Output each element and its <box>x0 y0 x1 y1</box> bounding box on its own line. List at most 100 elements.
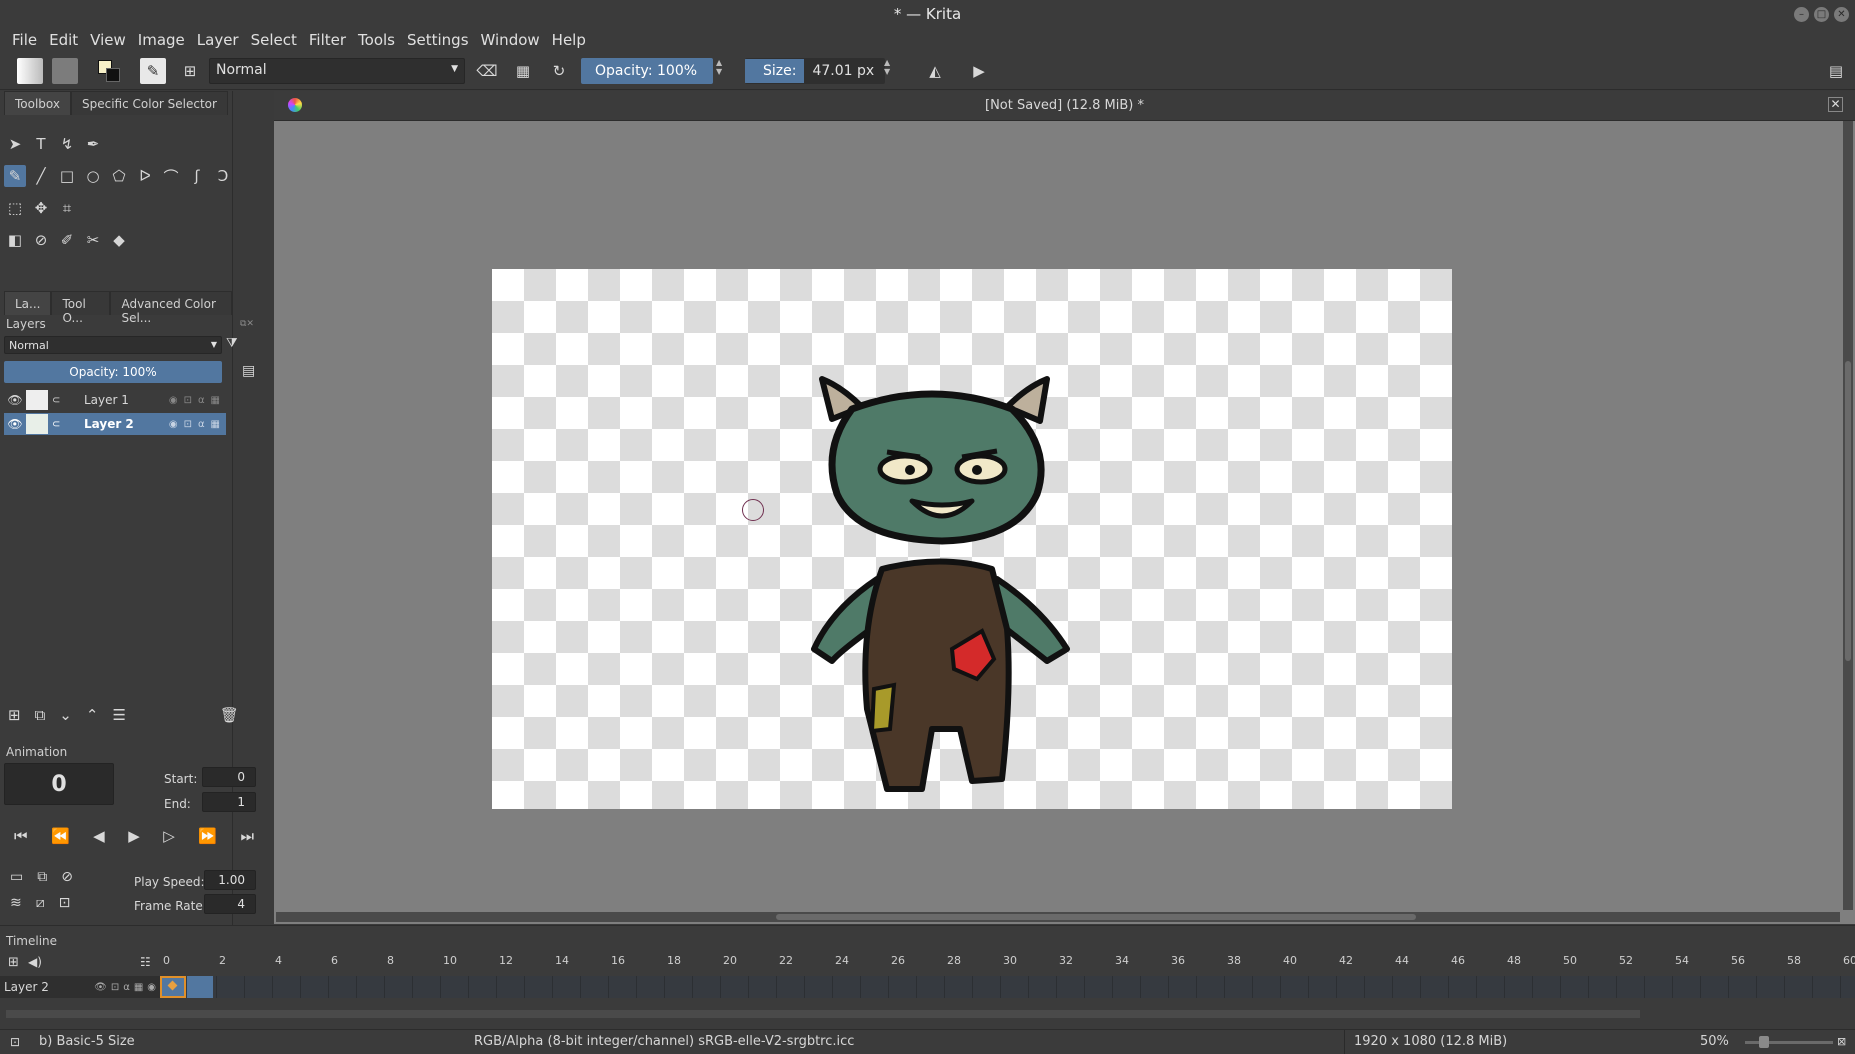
auto-frame-icon[interactable]: ⧄ <box>36 895 45 911</box>
eraser-icon[interactable]: ⌫ <box>474 58 500 84</box>
layer-opacity-slider[interactable]: Opacity: 100% <box>4 361 222 383</box>
add-layer-icon[interactable]: ⊞ <box>8 955 19 970</box>
layer-filter-icon[interactable]: ⧩ <box>226 336 266 354</box>
move-tool-icon[interactable]: ✥ <box>30 197 52 219</box>
close-window-button[interactable]: ✕ <box>1834 7 1849 22</box>
tab-advanced-color-selector[interactable]: Advanced Color Sel... <box>110 291 232 325</box>
opacity-slider[interactable]: Opacity: 100% <box>581 58 713 84</box>
tab-toolbox[interactable]: Toolbox <box>4 91 71 115</box>
layer-name[interactable]: Layer 2 <box>84 417 169 431</box>
menu-filter[interactable]: Filter <box>303 31 352 49</box>
reload-preset-icon[interactable]: ↻ <box>546 58 572 84</box>
horizontal-scrollbar-thumb[interactable] <box>776 914 1416 920</box>
current-frame-field[interactable]: 0 <box>4 763 114 805</box>
layer-row[interactable]: 👁 ⊂ Layer 2 ◉⊡α▦ <box>4 413 226 435</box>
mirror-horizontal-icon[interactable]: ◭ <box>922 58 948 84</box>
size-stepper[interactable]: ▲ ▼ <box>884 58 896 84</box>
background-color-swatch[interactable] <box>106 68 120 82</box>
polyline-tool-icon[interactable]: ᐅ <box>134 165 156 187</box>
layer-settings-icon[interactable]: ☰ <box>112 706 125 730</box>
layer-name[interactable]: Layer 1 <box>84 393 169 407</box>
menu-edit[interactable]: Edit <box>43 31 84 49</box>
visibility-eye-icon[interactable]: 👁 <box>4 417 26 431</box>
menu-settings[interactable]: Settings <box>401 31 475 49</box>
edit-shapes-tool-icon[interactable]: ↯ <box>56 133 78 155</box>
end-frame-field[interactable]: 1 <box>202 792 256 812</box>
duplicate-layer-icon[interactable]: ⧉ <box>35 706 46 730</box>
dynamic-brush-tool-icon[interactable]: Ↄ <box>212 165 234 187</box>
vertical-scrollbar[interactable] <box>1843 121 1853 910</box>
crop-tool-icon[interactable]: ⌗ <box>56 197 78 219</box>
menu-select[interactable]: Select <box>245 31 303 49</box>
color-picker-tool-icon[interactable]: ⊘ <box>30 229 52 251</box>
frame-icon[interactable]: ▭ <box>10 869 23 885</box>
fill-tool-icon[interactable]: ◆ <box>108 229 130 251</box>
color-swatch[interactable] <box>96 58 126 84</box>
minimize-button[interactable]: – <box>1794 7 1809 22</box>
blend-mode-select[interactable]: Normal ▼ <box>209 58 465 84</box>
rectangle-tool-icon[interactable]: □ <box>56 165 78 187</box>
next-keyframe-icon[interactable]: ⏩ <box>198 827 217 845</box>
layer-blend-mode-select[interactable]: Normal ▼ <box>4 336 222 354</box>
timeline-scrollbar[interactable] <box>6 1010 1640 1018</box>
text-tool-icon[interactable]: T <box>30 133 52 155</box>
visibility-eye-icon[interactable]: 👁 <box>4 393 26 407</box>
layers-icon[interactable]: ⧉ <box>37 869 47 885</box>
frame-track[interactable] <box>160 976 1855 998</box>
frame-rate-field[interactable]: 4 <box>204 894 256 914</box>
previous-frame-icon[interactable]: ◀ <box>93 827 105 845</box>
last-frame-icon[interactable]: ⏭ <box>240 827 254 845</box>
onion-skin-icon[interactable]: ≋ <box>10 895 22 911</box>
size-slider[interactable]: Size: 47.01 px <box>745 58 885 84</box>
dock-float-icon[interactable]: ⧉✕ <box>240 319 254 329</box>
opacity-stepper[interactable]: ▲ ▼ <box>716 58 728 84</box>
start-frame-field[interactable]: 0 <box>202 767 256 787</box>
menu-file[interactable]: File <box>6 31 43 49</box>
timeline-layer-row[interactable]: Layer 2 👁⊡α▦◉ <box>0 976 160 998</box>
zoom-slider[interactable] <box>1745 1036 1833 1048</box>
polygon-tool-icon[interactable]: ⬠ <box>108 165 130 187</box>
calligraphy-tool-icon[interactable]: ✒ <box>82 133 104 155</box>
preserve-alpha-icon[interactable]: ▦ <box>510 58 536 84</box>
menu-tools[interactable]: Tools <box>352 31 401 49</box>
play-speed-field[interactable]: 1.00 <box>204 870 256 890</box>
delete-layer-icon[interactable]: 🗑 <box>220 706 239 730</box>
close-document-icon[interactable]: ✕ <box>1828 97 1843 112</box>
menu-window[interactable]: Window <box>475 31 546 49</box>
add-layer-icon[interactable]: ⊞ <box>8 706 21 730</box>
select-shapes-tool-icon[interactable]: ➤ <box>4 133 26 155</box>
colorize-mask-tool-icon[interactable]: ✐ <box>56 229 78 251</box>
brush-preset-icon[interactable]: ⊡ <box>10 1035 20 1049</box>
timeline-settings-icon[interactable]: ☷ <box>140 955 151 969</box>
document-tab[interactable]: [Not Saved] (12.8 MiB) * ✕ <box>274 91 1855 121</box>
artboard[interactable] <box>492 269 1452 809</box>
play-icon[interactable]: ▶ <box>128 827 140 845</box>
drop-frames-icon[interactable]: ⊘ <box>61 869 73 885</box>
gradient-tool-icon[interactable]: ◧ <box>4 229 26 251</box>
canvas-only-icon[interactable]: ⊠ <box>1837 1035 1846 1048</box>
timeline-layer-flags-icon[interactable]: 👁⊡α▦◉ <box>94 982 160 993</box>
move-layer-down-icon[interactable]: ⌄ <box>59 706 72 730</box>
line-tool-icon[interactable]: ╱ <box>30 165 52 187</box>
layer-flags-icon[interactable]: ◉⊡α▦ <box>169 419 226 430</box>
first-frame-icon[interactable]: ⏮ <box>14 827 28 845</box>
pattern-preset-button[interactable] <box>52 58 78 84</box>
menu-help[interactable]: Help <box>546 31 592 49</box>
freehand-brush-tool-icon[interactable]: ✎ <box>4 165 26 187</box>
frame-ruler[interactable]: 0 2 4 6 8 10 12 14 16 18 20 22 24 26 28 30 32 34 36 38 40 42 4… <box>160 926 1855 971</box>
tab-tool-options[interactable]: Tool O... <box>51 291 111 325</box>
maximize-button[interactable]: □ <box>1814 7 1829 22</box>
toolbar-menu-icon[interactable]: ▤ <box>1823 58 1849 84</box>
previous-keyframe-icon[interactable]: ⏪ <box>51 827 70 845</box>
smart-patch-tool-icon[interactable]: ✂ <box>82 229 104 251</box>
brush-preset-button[interactable]: ✎ <box>140 58 166 84</box>
tab-specific-color-selector[interactable]: Specific Color Selector <box>71 91 228 115</box>
gradient-preset-button[interactable] <box>17 58 43 84</box>
menu-image[interactable]: Image <box>132 31 191 49</box>
keyframe-cell[interactable] <box>187 976 213 998</box>
zoom-slider-handle[interactable] <box>1759 1036 1769 1048</box>
grid-view-icon[interactable]: ⊞ <box>177 58 203 84</box>
layer-properties-icon[interactable]: ▤ <box>242 363 255 379</box>
record-icon[interactable]: ⊡ <box>59 895 71 911</box>
vertical-scrollbar-thumb[interactable] <box>1845 361 1851 661</box>
